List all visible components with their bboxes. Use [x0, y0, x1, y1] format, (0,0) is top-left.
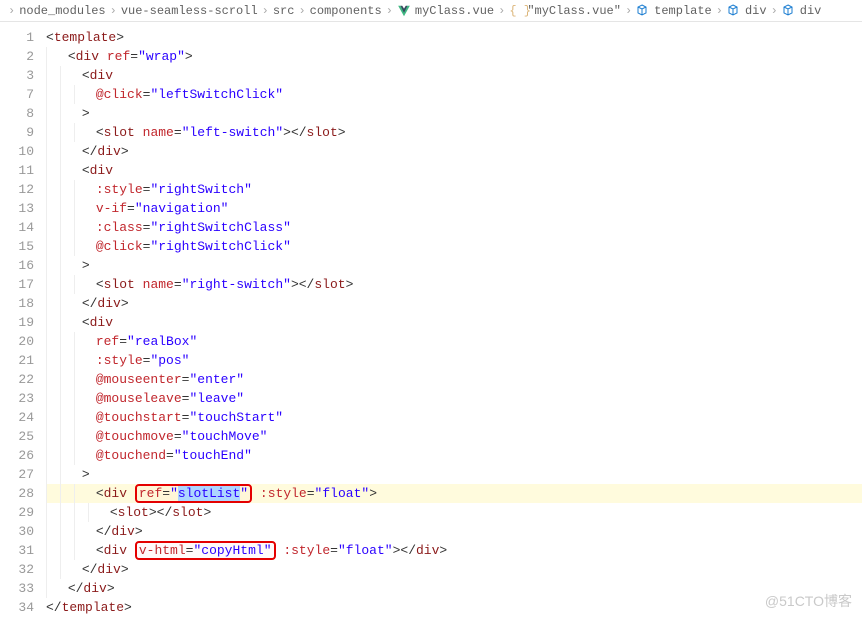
- line-number: 18: [0, 294, 34, 313]
- code-line[interactable]: @touchend="touchEnd": [46, 446, 862, 465]
- code-line[interactable]: @touchmove="touchMove": [46, 427, 862, 446]
- breadcrumb-item[interactable]: { }"myClass.vue": [509, 4, 621, 18]
- line-number: 30: [0, 522, 34, 541]
- code-line[interactable]: </div>: [46, 522, 862, 541]
- line-number: 12: [0, 180, 34, 199]
- line-number: 32: [0, 560, 34, 579]
- code-line[interactable]: >: [46, 104, 862, 123]
- breadcrumb-item[interactable]: node_modules: [19, 4, 105, 18]
- line-number: 29: [0, 503, 34, 522]
- line-number: 27: [0, 465, 34, 484]
- line-number: 2: [0, 47, 34, 66]
- code-line[interactable]: ref="realBox": [46, 332, 862, 351]
- cube-icon: [727, 4, 741, 18]
- code-area[interactable]: <template> <div ref="wrap"> <div @click=…: [46, 22, 862, 617]
- chevron-right-icon: ›: [298, 4, 305, 18]
- code-line[interactable]: @click="leftSwitchClick": [46, 85, 862, 104]
- chevron-right-icon: ›: [498, 4, 505, 18]
- chevron-right-icon: ›: [8, 4, 15, 18]
- line-number: 15: [0, 237, 34, 256]
- line-number: 28: [0, 484, 34, 503]
- line-number: 17: [0, 275, 34, 294]
- line-number: 9: [0, 123, 34, 142]
- code-line[interactable]: >: [46, 465, 862, 484]
- vue-icon: [397, 4, 411, 18]
- code-line[interactable]: :class="rightSwitchClass": [46, 218, 862, 237]
- watermark: @51CTO博客: [765, 591, 852, 611]
- code-line[interactable]: <slot></slot>: [46, 503, 862, 522]
- line-number: 31: [0, 541, 34, 560]
- chevron-right-icon: ›: [386, 4, 393, 18]
- line-number: 16: [0, 256, 34, 275]
- code-editor[interactable]: 1 2 3 7 8 9 10 11 12 13 14 15 16 17 18 1…: [0, 22, 862, 617]
- line-number: 19: [0, 313, 34, 332]
- breadcrumb-item[interactable]: components: [310, 4, 382, 18]
- line-number: 21: [0, 351, 34, 370]
- code-line[interactable]: <slot name="right-switch"></slot>: [46, 275, 862, 294]
- line-number: 1: [0, 28, 34, 47]
- line-number: 11: [0, 161, 34, 180]
- cube-icon: [636, 4, 650, 18]
- code-line[interactable]: :style="pos": [46, 351, 862, 370]
- code-line[interactable]: </template>: [46, 598, 862, 617]
- chevron-right-icon: ›: [625, 4, 632, 18]
- code-line[interactable]: @click="rightSwitchClick": [46, 237, 862, 256]
- code-line[interactable]: >: [46, 256, 862, 275]
- chevron-right-icon: ›: [262, 4, 269, 18]
- breadcrumb-item[interactable]: div: [727, 4, 767, 18]
- code-line[interactable]: <template>: [46, 28, 862, 47]
- code-line[interactable]: <div v-html="copyHtml" :style="float"></…: [46, 541, 862, 560]
- code-line[interactable]: <div: [46, 66, 862, 85]
- breadcrumb-item[interactable]: div: [782, 4, 822, 18]
- cube-icon: [782, 4, 796, 18]
- annotation-box: v-html="copyHtml": [135, 541, 276, 560]
- code-line[interactable]: <div: [46, 313, 862, 332]
- line-number: 14: [0, 218, 34, 237]
- code-line[interactable]: <div ref="wrap">: [46, 47, 862, 66]
- line-number: 26: [0, 446, 34, 465]
- code-line[interactable]: </div>: [46, 579, 862, 598]
- chevron-right-icon: ›: [110, 4, 117, 18]
- code-line[interactable]: </div>: [46, 142, 862, 161]
- code-line[interactable]: :style="rightSwitch": [46, 180, 862, 199]
- code-line[interactable]: v-if="navigation": [46, 199, 862, 218]
- line-number: 23: [0, 389, 34, 408]
- braces-icon: { }: [509, 4, 523, 18]
- code-line[interactable]: @mouseenter="enter": [46, 370, 862, 389]
- annotation-box: ref="slotList": [135, 484, 252, 503]
- breadcrumb: › node_modules › vue-seamless-scroll › s…: [0, 0, 862, 22]
- breadcrumb-item[interactable]: template: [636, 4, 712, 18]
- line-number: 24: [0, 408, 34, 427]
- line-gutter: 1 2 3 7 8 9 10 11 12 13 14 15 16 17 18 1…: [0, 22, 46, 617]
- breadcrumb-item[interactable]: vue-seamless-scroll: [121, 4, 258, 18]
- line-number: 34: [0, 598, 34, 617]
- line-number: 25: [0, 427, 34, 446]
- code-line[interactable]: @touchstart="touchStart": [46, 408, 862, 427]
- chevron-right-icon: ›: [716, 4, 723, 18]
- chevron-right-icon: ›: [771, 4, 778, 18]
- code-line[interactable]: </div>: [46, 560, 862, 579]
- line-number: 10: [0, 142, 34, 161]
- breadcrumb-item[interactable]: myClass.vue: [397, 4, 494, 18]
- code-line-highlighted[interactable]: <div ref="slotList" :style="float">: [46, 484, 862, 503]
- code-line[interactable]: <div: [46, 161, 862, 180]
- code-line[interactable]: @mouseleave="leave": [46, 389, 862, 408]
- breadcrumb-item[interactable]: src: [273, 4, 295, 18]
- code-line[interactable]: <slot name="left-switch"></slot>: [46, 123, 862, 142]
- line-number: 33: [0, 579, 34, 598]
- line-number: 7: [0, 85, 34, 104]
- line-number: 3: [0, 66, 34, 85]
- text-selection: slotList: [178, 486, 240, 501]
- line-number: 8: [0, 104, 34, 123]
- line-number: 13: [0, 199, 34, 218]
- code-line[interactable]: </div>: [46, 294, 862, 313]
- line-number: 20: [0, 332, 34, 351]
- line-number: 22: [0, 370, 34, 389]
